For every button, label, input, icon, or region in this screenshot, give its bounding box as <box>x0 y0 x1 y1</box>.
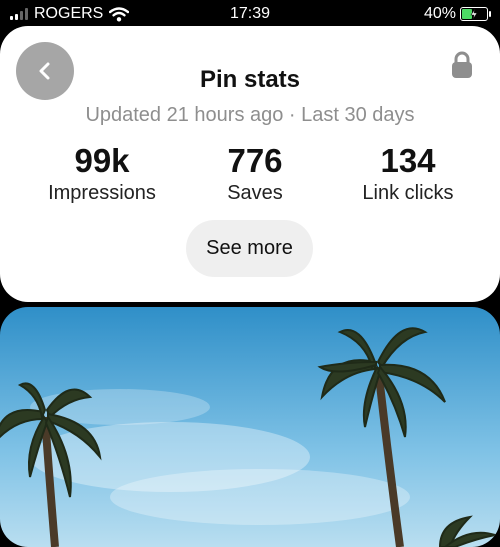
stat-impressions: 99k Impressions <box>17 141 187 205</box>
stat-link-clicks: 134 Link clicks <box>323 141 493 205</box>
pin-image[interactable] <box>0 307 500 547</box>
pin-stats-card: Pin stats Updated 21 hours ago · Last 30… <box>0 26 500 302</box>
battery-charging-icon <box>460 7 491 21</box>
stat-saves: 776 Saves <box>170 141 340 205</box>
status-bar: ROGERS 17:39 40% <box>0 0 500 28</box>
page-title: Pin stats <box>199 66 301 93</box>
stats-subtitle: Updated 21 hours ago · Last 30 days <box>85 104 415 126</box>
status-right: 40% <box>423 5 491 23</box>
see-more-button[interactable]: See more <box>186 220 313 277</box>
stat-value: 99k <box>74 142 130 179</box>
battery-percent: 40% <box>423 5 456 22</box>
stat-label: Saves <box>227 182 283 204</box>
stat-label: Link clicks <box>362 182 454 204</box>
stat-label: Impressions <box>48 182 156 204</box>
stat-value: 134 <box>380 142 436 179</box>
stat-value: 776 <box>227 142 283 179</box>
palm-trees-photo <box>0 307 500 547</box>
